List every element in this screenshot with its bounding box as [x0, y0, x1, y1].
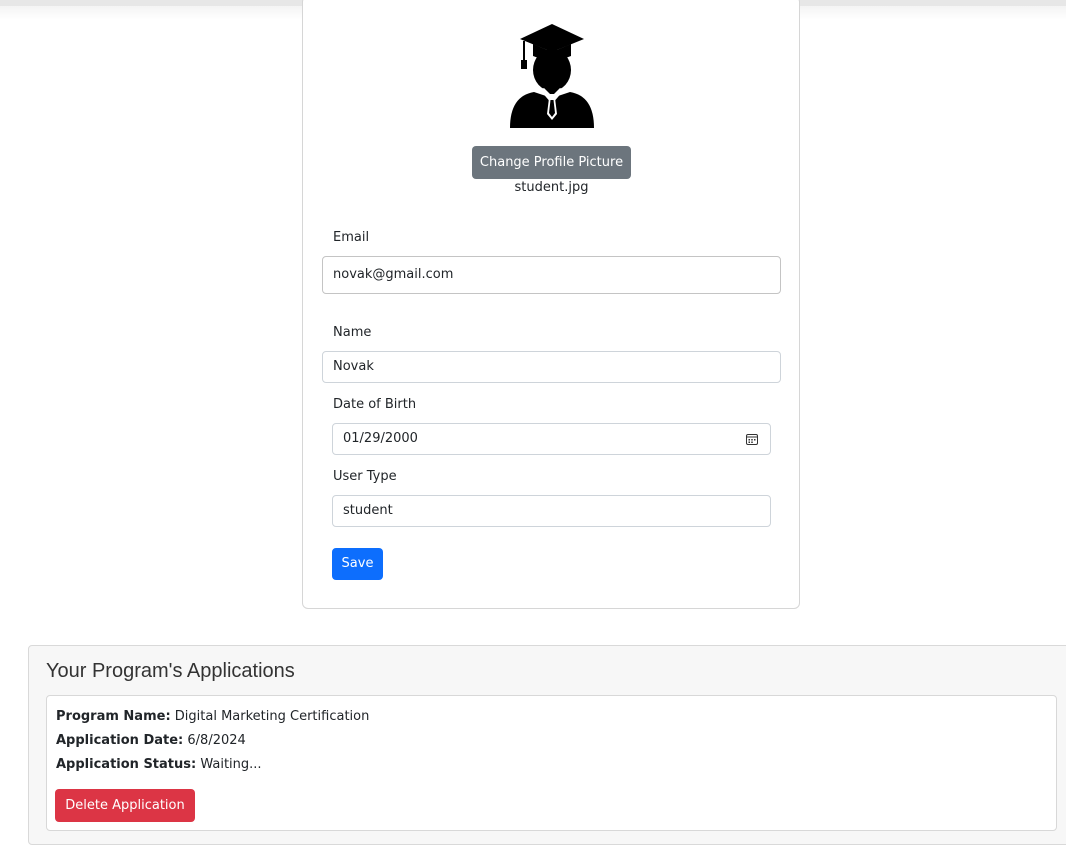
application-date-label: Application Date: — [56, 733, 184, 748]
application-date-row: Application Date: 6/8/2024 — [56, 733, 246, 748]
user-type-field[interactable]: student — [332, 495, 771, 527]
change-profile-picture-button[interactable]: Change Profile Picture — [472, 146, 631, 179]
program-name-label: Program Name: — [56, 709, 171, 724]
calendar-icon[interactable] — [746, 433, 758, 445]
program-name-row: Program Name: Digital Marketing Certific… — [56, 709, 369, 724]
profile-picture-filename: student.jpg — [514, 180, 589, 195]
delete-application-button[interactable]: Delete Application — [55, 789, 195, 822]
dob-label: Date of Birth — [333, 397, 417, 412]
user-type-label: User Type — [333, 469, 397, 484]
email-field[interactable]: novak@gmail.com — [322, 256, 781, 294]
save-button[interactable]: Save — [332, 548, 383, 580]
user-type-value: student — [343, 503, 393, 518]
graduate-student-icon — [510, 24, 594, 128]
name-value: Novak — [333, 359, 374, 374]
application-status-row: Application Status: Waiting... — [56, 757, 262, 772]
dob-field[interactable]: 01/29/2000 — [332, 423, 771, 455]
dob-value: 01/29/2000 — [343, 431, 418, 446]
applications-title: Your Program's Applications — [46, 660, 295, 682]
name-label: Name — [333, 325, 372, 340]
name-field[interactable]: Novak — [322, 351, 781, 383]
email-value: novak@gmail.com — [333, 267, 454, 282]
application-status-label: Application Status: — [56, 757, 197, 772]
email-label: Email — [333, 230, 370, 245]
application-date-value: 6/8/2024 — [187, 733, 246, 748]
application-status-value: Waiting... — [200, 757, 262, 772]
program-name-value: Digital Marketing Certification — [174, 709, 370, 724]
